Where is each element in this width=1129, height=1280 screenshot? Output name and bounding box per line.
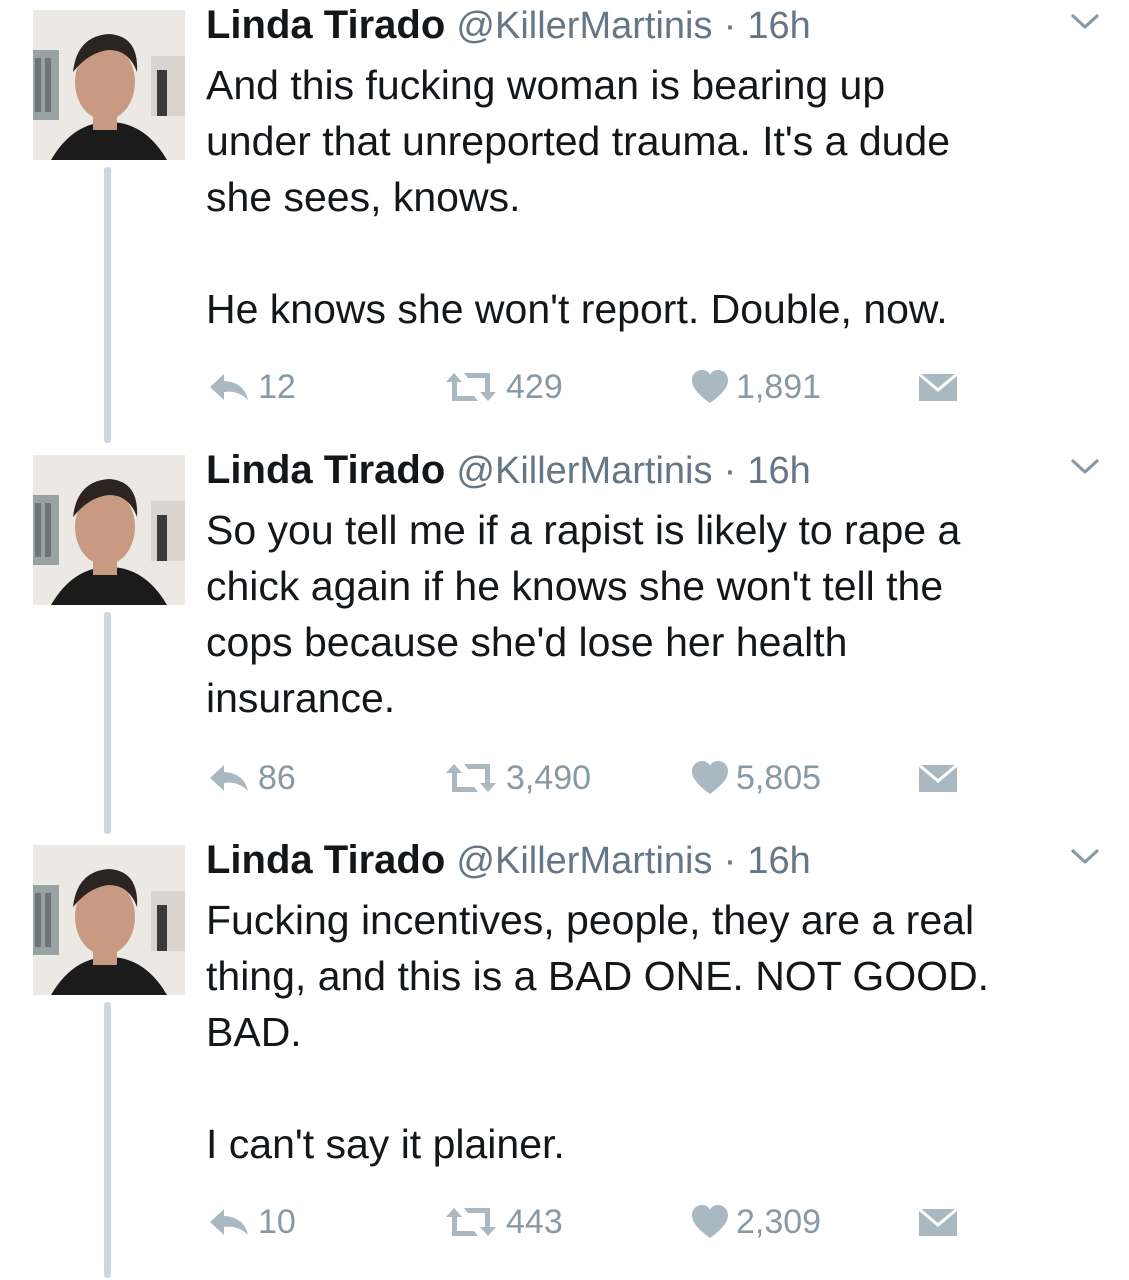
separator: · [723,450,737,492]
tweet-text-line: BAD. [206,1009,302,1055]
thread-line [104,167,111,443]
tweet-text-line: thing, and this is a BAD ONE. NOT GOOD. [206,953,990,999]
avatar[interactable] [33,455,185,605]
like-count: 1,891 [736,367,822,406]
separator: · [723,840,737,882]
profile-photo [33,845,185,995]
reply-button[interactable]: 10 [206,1197,296,1247]
user-handle[interactable]: @KillerMartinis [456,450,712,492]
tweet-header: Linda Tirado @KillerMartinis · 16h [206,0,811,50]
user-handle[interactable]: @KillerMartinis [456,5,712,47]
profile-photo [33,455,185,605]
like-button[interactable]: 5,805 [690,753,821,803]
user-handle[interactable]: @KillerMartinis [456,840,712,882]
tweet[interactable]: Linda Tirado @KillerMartinis · 16h Fucki… [0,835,1129,1280]
tweet-text-line: she sees, knows. [206,174,521,220]
tweet-text: Fucking incentives, people, they are a r… [206,892,1106,1172]
tweet-actions: 12 429 1,891 [206,362,1006,412]
tweet-actions: 10 443 2,309 [206,1197,1006,1247]
chevron-down-icon[interactable] [1067,10,1103,34]
retweet-icon [446,764,496,792]
profile-photo [33,10,185,160]
like-button[interactable]: 2,309 [690,1197,821,1247]
retweet-button[interactable]: 429 [442,362,563,412]
reply-icon [210,1209,248,1235]
tweet[interactable]: Linda Tirado @KillerMartinis · 16h So yo… [0,445,1129,835]
retweet-button[interactable]: 3,490 [442,753,591,803]
tweet-text-line: cops because she'd lose her health [206,619,848,665]
timestamp[interactable]: 16h [747,840,810,882]
retweet-icon [446,373,496,401]
retweet-button[interactable]: 443 [442,1197,563,1247]
timestamp[interactable]: 16h [747,5,810,47]
retweet-count: 3,490 [506,758,592,797]
reply-count: 12 [258,367,296,406]
like-button[interactable]: 1,891 [690,362,821,412]
tweet-text-line: Fucking incentives, people, they are a r… [206,897,975,943]
tweet-header: Linda Tirado @KillerMartinis · 16h [206,445,811,495]
tweet-text: And this fucking woman is bearing up und… [206,57,1106,337]
tweet-text-line: under that unreported trauma. It's a dud… [206,118,951,164]
tweet-text-line: chick again if he knows she won't tell t… [206,563,944,609]
thread-line [104,1002,111,1278]
timestamp[interactable]: 16h [747,450,810,492]
envelope-icon [918,763,958,792]
tweet-text-line: insurance. [206,675,396,721]
avatar[interactable] [33,10,185,160]
reply-icon [210,765,248,791]
direct-message-button[interactable] [918,362,958,412]
chevron-down-icon[interactable] [1067,845,1103,869]
like-count: 5,805 [736,758,822,797]
tweet-header: Linda Tirado @KillerMartinis · 16h [206,835,811,885]
tweet[interactable]: Linda Tirado @KillerMartinis · 16h And t… [0,0,1129,445]
display-name[interactable]: Linda Tirado [206,448,445,492]
tweet-text-line: I can't say it plainer. [206,1121,565,1167]
avatar[interactable] [33,845,185,995]
tweet-text-line: So you tell me if a rapist is likely to … [206,507,961,553]
like-count: 2,309 [736,1202,822,1241]
envelope-icon [918,372,958,401]
reply-count: 10 [258,1202,296,1241]
envelope-icon [918,1207,958,1236]
tweet-actions: 86 3,490 5,805 [206,753,1006,803]
retweet-icon [446,1208,496,1236]
tweet-text-line: And this fucking woman is bearing up [206,62,886,108]
display-name[interactable]: Linda Tirado [206,3,445,47]
display-name[interactable]: Linda Tirado [206,838,445,882]
reply-count: 86 [258,758,296,797]
direct-message-button[interactable] [918,1197,958,1247]
heart-icon [692,370,728,403]
reply-button[interactable]: 86 [206,753,296,803]
thread-line [104,612,111,834]
retweet-count: 429 [506,367,563,406]
heart-icon [692,761,728,794]
heart-icon [692,1205,728,1238]
direct-message-button[interactable] [918,753,958,803]
separator: · [723,5,737,47]
tweet-text: So you tell me if a rapist is likely to … [206,502,1106,726]
retweet-count: 443 [506,1202,563,1241]
chevron-down-icon[interactable] [1067,455,1103,479]
reply-button[interactable]: 12 [206,362,296,412]
tweet-text-line: He knows she won't report. Double, now. [206,286,948,332]
reply-icon [210,374,248,400]
